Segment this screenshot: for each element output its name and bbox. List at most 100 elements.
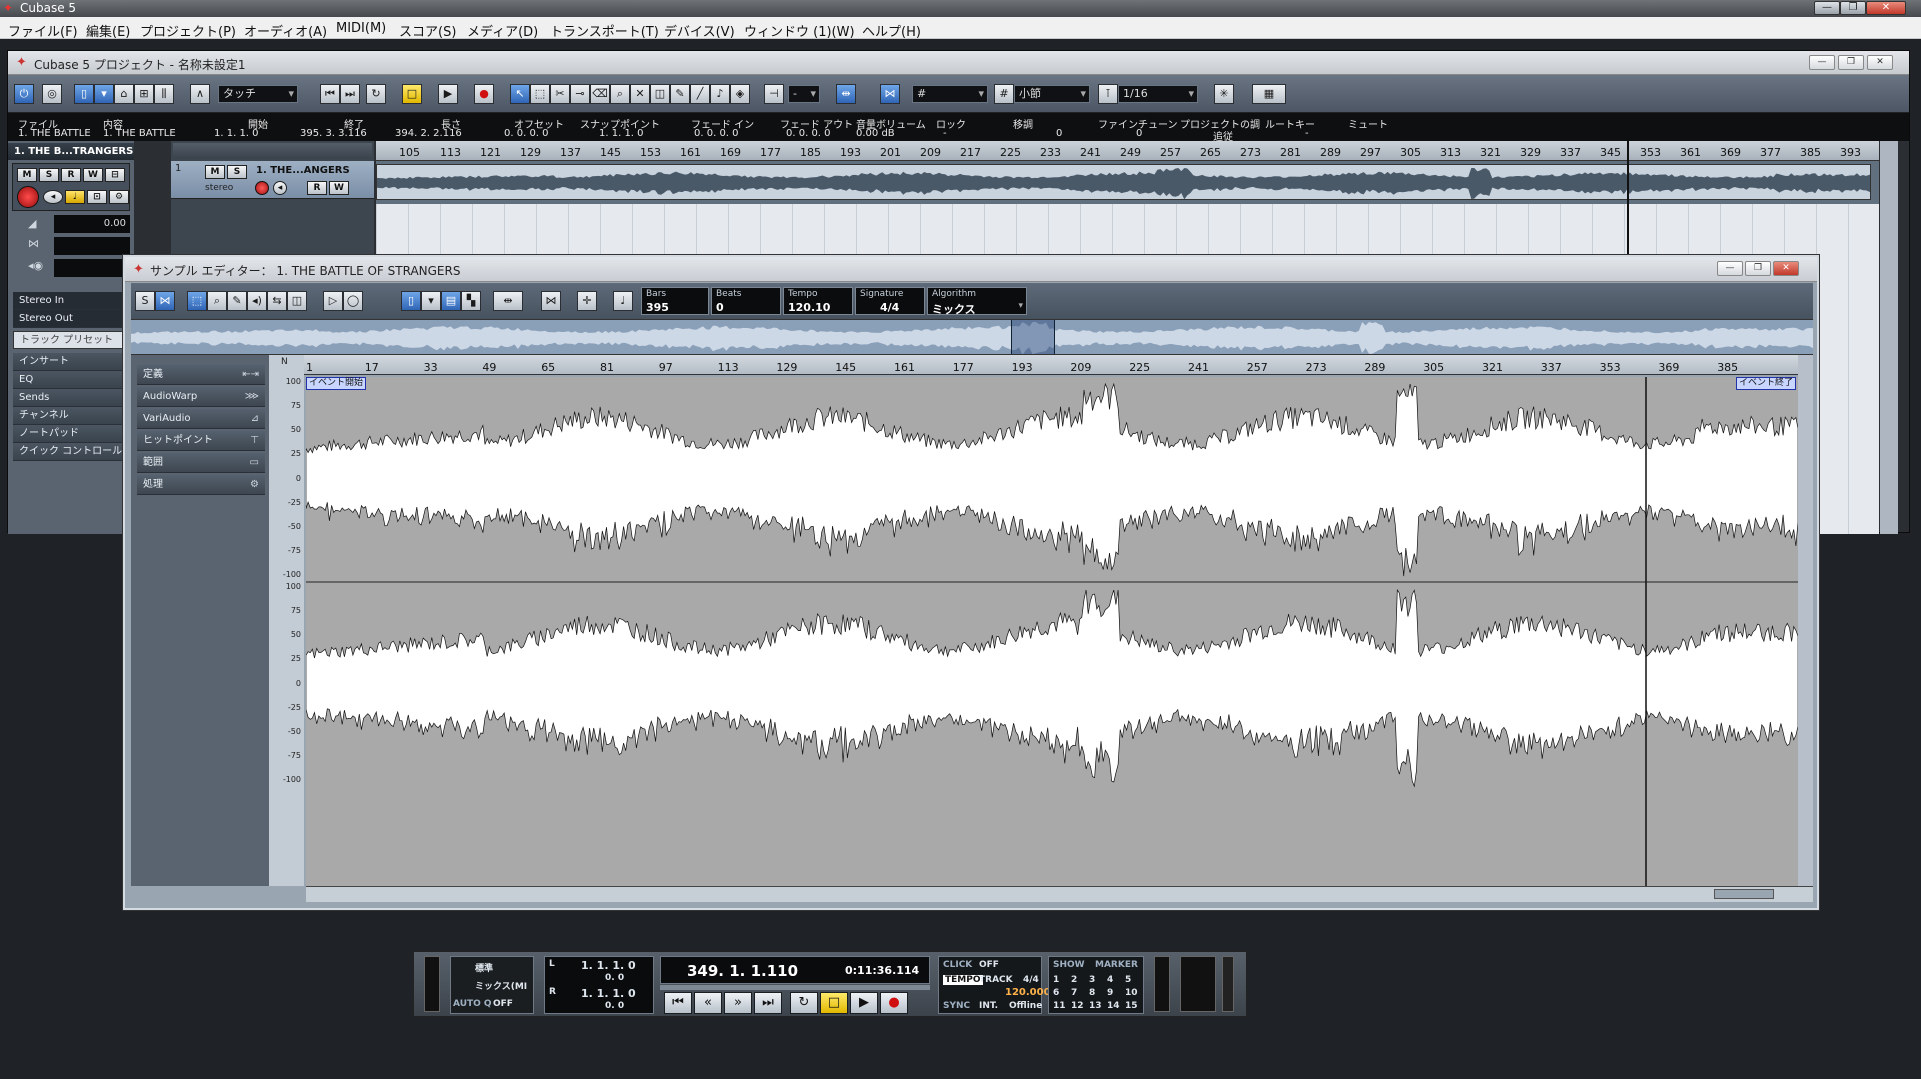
menu-media[interactable]: メディア(D)	[467, 21, 538, 40]
show-info-icon[interactable]: ▯	[401, 291, 421, 311]
info-value-fade-in[interactable]: 0. 0. 0. 0	[694, 128, 739, 139]
info-value-length[interactable]: 394. 2. 2.116	[395, 128, 462, 139]
event-end-marker[interactable]: イベント終了	[1735, 377, 1796, 390]
color-palette-icon[interactable]: ▦	[1252, 84, 1286, 104]
section-range[interactable]: 範囲 ▭	[137, 453, 265, 473]
activate-project-button[interactable]: ⏻	[14, 84, 34, 104]
autoscroll-icon[interactable]: ⋈	[155, 291, 175, 311]
mute-button[interactable]: M	[17, 168, 37, 182]
inspector-track-name[interactable]: 1. THE B...TRANGERS	[8, 143, 134, 160]
info-value-root-key[interactable]: -	[1305, 128, 1309, 139]
pan-value[interactable]	[54, 237, 130, 255]
editor-horizontal-scrollbar[interactable]	[306, 886, 1813, 902]
delay-value[interactable]	[54, 259, 130, 277]
section-hitpoints[interactable]: ヒットポイント ⊤	[137, 431, 265, 451]
marker-button[interactable]: 6	[1053, 988, 1059, 998]
beats-field[interactable]: Beats 0	[711, 287, 781, 315]
output-routing[interactable]: Stereo Out	[13, 310, 131, 328]
automation-mode-select[interactable]: タッチ	[218, 85, 298, 103]
editor-maximize-button[interactable]: ❐	[1745, 261, 1771, 276]
goto-start-icon[interactable]: ⏮	[664, 992, 692, 1014]
show-inspector-icon[interactable]: ▤	[441, 291, 461, 311]
inspector-section-eq[interactable]: EQ	[13, 371, 131, 389]
editor-close-button[interactable]: ✕	[1773, 261, 1799, 276]
draw-tool-icon[interactable]: ✎	[227, 291, 247, 311]
project-ruler[interactable]: 105 113 121 129 137 145 153 161 169 177 …	[376, 141, 1879, 161]
menu-edit[interactable]: 編集(E)	[86, 21, 130, 40]
object-selection-tool-icon[interactable]: ↖	[510, 84, 530, 104]
nudge-icon[interactable]: ⊣	[764, 84, 784, 104]
project-minimize-button[interactable]: —	[1809, 55, 1835, 70]
volume-value[interactable]: 0.00	[54, 215, 130, 233]
editor-minimize-button[interactable]: —	[1717, 261, 1743, 276]
record-mode[interactable]: 標準	[475, 961, 493, 974]
marker-button[interactable]: 8	[1089, 988, 1095, 998]
info-value-lock[interactable]: -	[943, 128, 947, 139]
show-overview-icon[interactable]: ⌂	[114, 84, 134, 104]
musical-mode-icon[interactable]: ✛	[577, 291, 597, 311]
play-tool-icon[interactable]: ♪	[710, 84, 730, 104]
output-level-slider[interactable]	[1222, 956, 1234, 1012]
marker-button[interactable]: 10	[1125, 988, 1138, 998]
show-marker-label[interactable]: SHOW	[1053, 960, 1085, 970]
lock-icon[interactable]: ⊡	[87, 190, 107, 204]
zoom-tool-icon[interactable]: ⌕	[207, 291, 227, 311]
loop-audition-icon[interactable]: ◯	[343, 291, 363, 311]
color-tool-icon[interactable]: ◈	[730, 84, 750, 104]
line-tool-icon[interactable]: ╱	[690, 84, 710, 104]
click-label[interactable]: CLICK	[943, 960, 972, 970]
section-variaudio[interactable]: VariAudio ⊿	[137, 409, 265, 429]
menu-transport[interactable]: トランスポート(T)	[550, 21, 659, 40]
editor-vertical-scrollbar[interactable]	[1798, 355, 1813, 886]
autoq-label[interactable]: AUTO Q	[453, 999, 492, 1009]
record-icon[interactable]: ●	[474, 84, 494, 104]
menu-midi[interactable]: MIDI(M)	[336, 21, 386, 36]
track-record-button[interactable]	[255, 181, 269, 195]
inspector-section-notepad[interactable]: ノートパッド	[13, 425, 131, 443]
marker-button[interactable]: 7	[1071, 988, 1077, 998]
bars-field[interactable]: Bars 395	[641, 287, 709, 315]
marker-button[interactable]: 4	[1107, 975, 1113, 985]
erase-tool-icon[interactable]: ⌫	[590, 84, 610, 104]
snap-icon[interactable]: ⋈	[880, 84, 900, 104]
quantize-select[interactable]: 1/16	[1118, 85, 1198, 103]
menu-window[interactable]: ウィンドウ (1)(W)	[744, 21, 855, 40]
stop-icon[interactable]: □	[820, 992, 848, 1014]
marker-button[interactable]: 12	[1071, 1001, 1084, 1011]
info-value-finetune[interactable]: 0	[1136, 128, 1142, 139]
lanes-icon[interactable]: ⚙	[109, 190, 129, 204]
marker-button[interactable]: 14	[1107, 1001, 1120, 1011]
snap-zero-icon[interactable]: ⋈	[541, 291, 561, 311]
position-display[interactable]: 349. 1. 1.110 0:11:36.114	[660, 956, 930, 984]
audio-event[interactable]	[376, 164, 1871, 200]
play-icon[interactable]: ▶	[850, 992, 878, 1014]
track-audio-1[interactable]: 1 M S 1. THE...ANGERS stereo ◂ R W	[171, 161, 374, 199]
range-selection-tool-icon[interactable]: ⬚	[530, 84, 550, 104]
solo-editor-icon[interactable]: S	[135, 291, 155, 311]
cycle-icon[interactable]: ↻	[790, 992, 818, 1014]
goto-end-icon[interactable]: ⏭	[340, 84, 360, 104]
track-monitor-button[interactable]: ◂	[273, 181, 287, 195]
monitor-button[interactable]: ◂	[43, 190, 63, 204]
waveform-display[interactable]: イベント開始 イベント終了	[306, 377, 1798, 886]
comp-tool-icon[interactable]: ◫	[650, 84, 670, 104]
track-preset-field[interactable]: トラック プリセット	[13, 331, 131, 349]
menu-devices[interactable]: デバイス(V)	[664, 21, 735, 40]
grid-type-select[interactable]: 小節	[1014, 85, 1090, 103]
marker-button[interactable]: 3	[1089, 975, 1095, 985]
info-value-start[interactable]: 1. 1. 1. 0	[214, 128, 259, 139]
scroll-tool-icon[interactable]: ⇆	[267, 291, 287, 311]
input-routing[interactable]: Stereo In	[13, 292, 131, 310]
info-value-end[interactable]: 395. 3. 3.116	[300, 128, 367, 139]
event-start-marker[interactable]: イベント開始	[306, 377, 367, 390]
track-name[interactable]: 1. THE...ANGERS	[256, 165, 350, 176]
left-locator[interactable]: 1. 1. 1. 0	[581, 959, 636, 972]
marker-button[interactable]: 2	[1071, 975, 1077, 985]
sync-label[interactable]: SYNC	[943, 1001, 970, 1011]
autoscroll-icon[interactable]: ⇹	[836, 84, 856, 104]
marker-button[interactable]: 15	[1125, 1001, 1138, 1011]
marker-button[interactable]: 5	[1125, 975, 1131, 985]
right-locator[interactable]: 1. 1. 1. 0	[581, 987, 636, 1000]
show-markers-icon[interactable]: ▚	[461, 291, 481, 311]
inspector-section-channel[interactable]: チャンネル	[13, 407, 131, 425]
